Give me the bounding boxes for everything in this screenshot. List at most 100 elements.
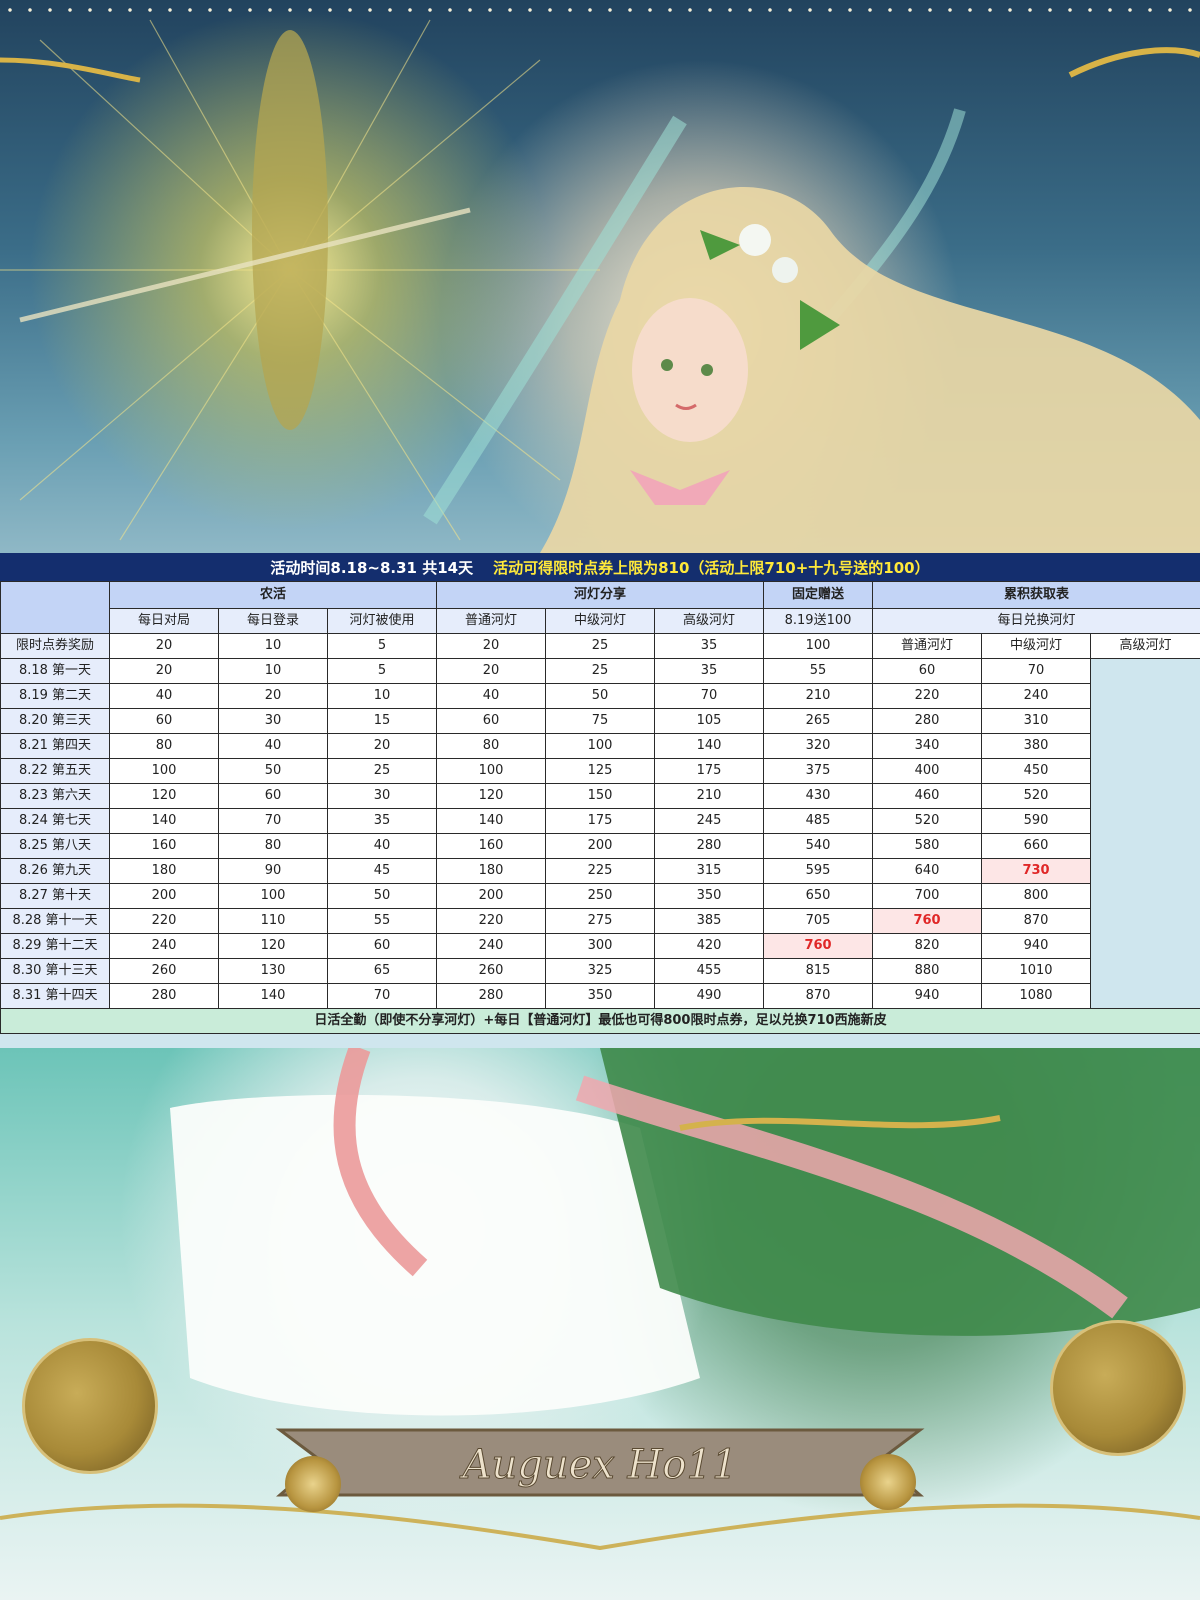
cum-cell: 820 (872, 933, 983, 959)
cum-cell: 640 (872, 858, 983, 884)
cum-cell: 595 (763, 858, 874, 884)
table-cell: 40 (436, 683, 547, 709)
activity-period: 活动时间8.18~8.31 共14天 (270, 558, 474, 577)
table-cell: 385 (654, 908, 765, 934)
table-cell: 50 (545, 683, 656, 709)
row-label: 8.29 第十二天 (0, 933, 110, 959)
cum-cell: 800 (981, 883, 1092, 909)
row-label: 8.18 第一天 (0, 658, 110, 684)
table-header-row: 农活 河灯分享 固定赠送 累积获取表 (0, 581, 1200, 634)
highlight-cell: 760 (872, 908, 983, 934)
table-cell: 220 (436, 908, 547, 934)
logo-text: Auguex Ho11 (459, 1442, 738, 1488)
bottom-artwork: Auguex Ho11 (0, 1048, 1200, 1600)
table-cell: 20 (436, 633, 547, 659)
day-row: 8.25 第八天 160 80 40 160 200 280 540 580 660 (0, 833, 1200, 859)
table-cell: 25 (545, 658, 656, 684)
table-cell: 55 (326, 908, 438, 934)
row-label: 限时点券奖励 (0, 633, 110, 659)
col-daily-login: 每日登录 (218, 608, 328, 634)
table-cell: 35 (654, 658, 765, 684)
day-row: 8.21 第四天 80 40 20 80 100 140 320 340 380 (0, 733, 1200, 759)
eye-left (661, 359, 673, 371)
flower-2 (772, 257, 798, 283)
cum-cell: 870 (763, 983, 874, 1009)
activity-cap: 活动可得限时点券上限为810（活动上限710+十九号送的100） (493, 558, 930, 577)
table-cell: 200 (109, 883, 219, 909)
table-cell: 70 (218, 808, 328, 834)
table-cell: 30 (326, 783, 438, 809)
day-rows: 8.18 第一天 20 10 5 20 25 35 55 60 70 8.19 第二天 40 20 10 4… (0, 658, 1200, 1009)
flower-1 (739, 224, 771, 256)
table-cell: 80 (218, 833, 328, 859)
col-gift-819: 8.19送100 (763, 608, 874, 634)
cum-cell: 880 (872, 958, 983, 984)
cum-cell: 590 (981, 808, 1092, 834)
table-cell: 350 (545, 983, 656, 1009)
gold-rose-right (860, 1454, 916, 1510)
group-fixed-gift: 固定赠送 (763, 581, 874, 609)
gold-rose-left (285, 1456, 341, 1512)
table-cell: 280 (654, 833, 765, 859)
cum-cell: 940 (981, 933, 1092, 959)
table-cell: 65 (326, 958, 438, 984)
day-row: 8.26 第九天 180 90 45 180 225 315 595 640 730 (0, 858, 1200, 884)
table-cell: 120 (218, 933, 328, 959)
top-artwork-decor (0, 19, 1200, 553)
table-cell: 420 (654, 933, 765, 959)
row-label: 8.19 第二天 (0, 683, 110, 709)
cum-cell: 280 (872, 708, 983, 734)
table-cell: 10 (326, 683, 438, 709)
table-cell: 20 (218, 683, 328, 709)
cum-cell: 240 (981, 683, 1092, 709)
table-cell: 140 (654, 733, 765, 759)
table-cell: 280 (109, 983, 219, 1009)
cum-cell: 660 (981, 833, 1092, 859)
table-cell: 120 (109, 783, 219, 809)
dot-border (0, 6, 1200, 14)
row-label: 8.24 第七天 (0, 808, 110, 834)
table-cell: 130 (218, 958, 328, 984)
col-high-lantern: 高级河灯 (654, 608, 765, 634)
table-cell: 80 (109, 733, 219, 759)
cum-cell: 60 (872, 658, 983, 684)
table-cell: 455 (654, 958, 765, 984)
table-cell: 10 (218, 658, 328, 684)
row-label: 8.22 第五天 (0, 758, 110, 784)
table-cell: 20 (436, 658, 547, 684)
cum-cell: 650 (763, 883, 874, 909)
table-cell: 20 (109, 658, 219, 684)
cum-cell: 320 (763, 733, 874, 759)
cum-cell: 375 (763, 758, 874, 784)
cum-cell: 460 (872, 783, 983, 809)
white-skirt (170, 1094, 700, 1416)
table-cell: 275 (545, 908, 656, 934)
table-cell: 240 (109, 933, 219, 959)
cum-cell: 450 (981, 758, 1092, 784)
row-label: 8.25 第八天 (0, 833, 110, 859)
table-cell: 35 (326, 808, 438, 834)
table-cell: 60 (218, 783, 328, 809)
day-row: 8.18 第一天 20 10 5 20 25 35 55 60 70 (0, 658, 1200, 684)
row-label: 8.23 第六天 (0, 783, 110, 809)
table-cell: 350 (654, 883, 765, 909)
table-cell: 20 (109, 633, 219, 659)
row-label: 8.31 第十四天 (0, 983, 110, 1009)
table-cell: 325 (545, 958, 656, 984)
table-cell: 30 (218, 708, 328, 734)
logo-scroll: Auguex Ho11 (275, 1428, 925, 1497)
cum-cell: 265 (763, 708, 874, 734)
row-label: 8.27 第十天 (0, 883, 110, 909)
group-farm: 农活 (108, 581, 438, 609)
cum-cell: 70 (981, 658, 1092, 684)
day-row: 8.31 第十四天 280 140 70 280 350 490 870 940 1080 (0, 983, 1200, 1009)
table-cell: 70 (654, 683, 765, 709)
table-cell: 160 (436, 833, 547, 859)
table-cell: 40 (326, 833, 438, 859)
table-cell: 5 (326, 658, 438, 684)
bottom-artwork-decor (0, 1048, 1200, 1551)
cum-cell: 485 (763, 808, 874, 834)
clock-slit (252, 30, 328, 430)
table-cell: 35 (654, 633, 765, 659)
cum-cell: 520 (981, 783, 1092, 809)
